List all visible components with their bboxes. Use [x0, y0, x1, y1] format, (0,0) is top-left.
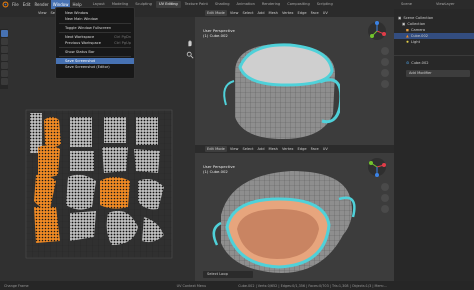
viewport-bottom[interactable]: Edit Mode View Select Add Mesh Vertex Ed…	[195, 145, 394, 281]
vp-top-uv-menu[interactable]: UV	[321, 11, 330, 15]
pan-view-icon[interactable]	[381, 58, 389, 66]
menu-separator	[59, 56, 131, 57]
tab-compositing[interactable]: Compositing	[284, 1, 313, 8]
last-operator-panel[interactable]: Select Loop	[203, 271, 253, 278]
ortho-view-icon[interactable]	[381, 80, 389, 88]
viewlayer-selector[interactable]: ViewLayer	[433, 1, 473, 8]
vp-bottom-mesh-menu[interactable]: Mesh	[267, 147, 280, 151]
blender-logo-icon[interactable]	[0, 0, 10, 9]
camera-view-icon[interactable]	[381, 69, 389, 77]
collection-icon: ▣	[402, 22, 406, 26]
vp-top-vertex-menu[interactable]: Vertex	[280, 11, 296, 15]
axis-gizmo[interactable]	[367, 157, 387, 177]
wrench-icon: ⚙	[406, 61, 410, 65]
select-box-tool-icon[interactable]	[0, 30, 8, 37]
camera-view-icon[interactable]	[381, 205, 389, 213]
vp-bottom-uv-menu[interactable]: UV	[321, 147, 330, 151]
collection-icon: ▣	[398, 16, 402, 20]
vp-top-select-menu[interactable]: Select	[240, 11, 255, 15]
window-menu-dropdown: New Window New Main Window Toggle Window…	[55, 7, 135, 79]
light-icon: ✹	[406, 40, 410, 44]
hand-pan-icon[interactable]	[186, 39, 194, 47]
cursor-tool-icon[interactable]	[0, 38, 8, 45]
outliner-properties-panel: ▣ Scene Collection ▣ Collection ◼ Camera ▲ C…	[394, 9, 474, 281]
status-middle: UV Context Menu	[176, 283, 207, 288]
scene-selector[interactable]: Scene	[398, 1, 432, 8]
status-bar: Change Frame UV Context Menu Cube.002 | …	[0, 281, 474, 290]
status-left: Change Frame	[4, 283, 29, 288]
properties-object-name[interactable]: ⚙ Cube.002	[394, 60, 474, 66]
vp-top-mesh-menu[interactable]: Mesh	[267, 11, 280, 15]
zoom-view-icon[interactable]	[381, 183, 389, 191]
mesh-top-view	[223, 43, 340, 139]
vp-bottom-view-menu[interactable]: View	[228, 147, 241, 151]
zoom-view-icon[interactable]	[381, 47, 389, 55]
outliner-row-light[interactable]: ✹ Light	[394, 39, 474, 45]
add-modifier-button[interactable]: Add Modifier	[406, 70, 470, 77]
menu-item-show-status-bar[interactable]: Show Status Bar	[56, 49, 134, 55]
menu-item-toggle-fullscreen[interactable]: Toggle Window Fullscreen	[56, 25, 134, 31]
zoom-icon[interactable]	[186, 51, 194, 59]
tab-shading[interactable]: Shading	[212, 1, 233, 8]
annotate-tool-icon[interactable]	[0, 78, 8, 85]
scale-tool-icon[interactable]	[0, 62, 8, 69]
rotate-tool-icon[interactable]	[0, 54, 8, 61]
vp-bottom-face-menu[interactable]: Face	[309, 147, 321, 151]
mode-selector[interactable]: Edit Mode	[205, 10, 227, 16]
tab-sculpting[interactable]: Sculpting	[132, 1, 155, 8]
vp-bottom-vertex-menu[interactable]: Vertex	[280, 147, 296, 151]
uv-toolbar	[0, 29, 8, 89]
uv-view-menu[interactable]: View	[36, 11, 49, 15]
menu-item-previous-workspace[interactable]: Previous Workspace Ctrl PgUp	[56, 40, 134, 46]
vp-top-face-menu[interactable]: Face	[309, 11, 321, 15]
vp-bottom-add-menu[interactable]: Add	[256, 147, 267, 151]
vp-bottom-edge-menu[interactable]: Edge	[296, 147, 309, 151]
menu-item-save-screenshot-editor[interactable]: Save Screenshot (Editor)	[56, 64, 134, 70]
menu-separator	[59, 47, 131, 48]
viewport-bottom-header: Edit Mode View Select Add Mesh Vertex Ed…	[195, 145, 394, 153]
tab-uv-editing[interactable]: UV Editing	[155, 1, 181, 8]
axis-gizmo[interactable]	[367, 21, 387, 41]
menu-edit[interactable]: Edit	[21, 0, 33, 9]
menu-file[interactable]: File	[10, 0, 21, 9]
viewport-top-header: Edit Mode View Select Add Mesh Vertex Ed…	[195, 9, 394, 17]
tab-texture-paint[interactable]: Texture Paint	[182, 1, 211, 8]
viewport-top[interactable]: Edit Mode View Select Add Mesh Vertex Ed…	[195, 9, 394, 145]
mode-selector[interactable]: Edit Mode	[205, 146, 227, 152]
transform-tool-icon[interactable]	[0, 70, 8, 77]
vp-top-edge-menu[interactable]: Edge	[296, 11, 309, 15]
vp-top-view-menu[interactable]: View	[228, 11, 241, 15]
tab-rendering[interactable]: Rendering	[259, 1, 283, 8]
move-tool-icon[interactable]	[0, 46, 8, 53]
menu-separator	[59, 32, 131, 33]
mesh-bottom-view	[212, 171, 356, 273]
pan-view-icon[interactable]	[381, 194, 389, 202]
vp-top-add-menu[interactable]: Add	[256, 11, 267, 15]
status-right: Cube.002 | Verts:0/652 | Edges:0/1,356 |…	[238, 283, 388, 288]
vp-bottom-select-menu[interactable]: Select	[240, 147, 255, 151]
menu-item-new-main-window[interactable]: New Main Window	[56, 16, 134, 22]
menu-separator	[59, 23, 131, 24]
tab-scripting[interactable]: Scripting	[314, 1, 336, 8]
menu-render[interactable]: Render	[32, 0, 50, 9]
tab-animation[interactable]: Animation	[234, 1, 258, 8]
